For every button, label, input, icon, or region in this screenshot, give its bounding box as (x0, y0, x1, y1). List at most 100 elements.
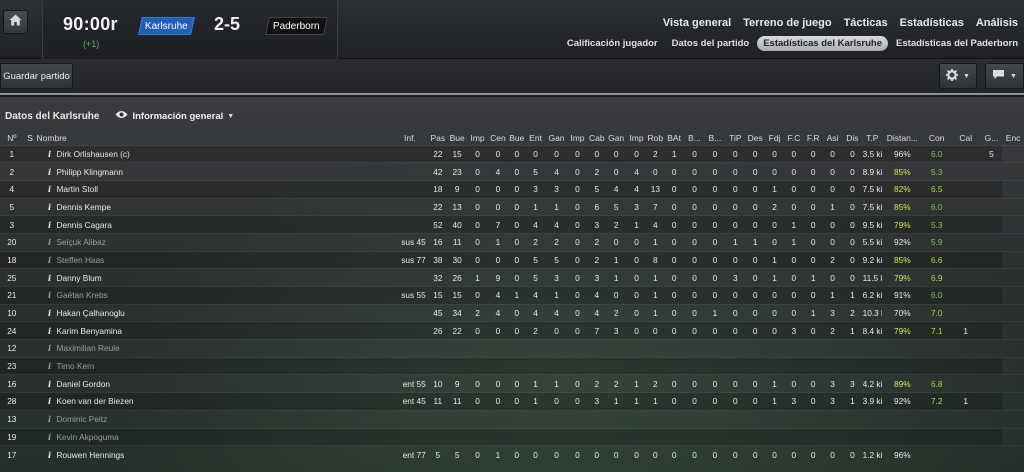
column-header[interactable]: Gan (546, 131, 567, 145)
info-icon[interactable]: i (43, 184, 57, 194)
tab-paderborn-stats[interactable]: Estadísticas del Paderborn (890, 36, 1024, 51)
player-name[interactable]: i Steffen Haas (37, 251, 392, 269)
player-name[interactable]: i Timo Kern (37, 357, 392, 375)
view-selector[interactable]: Información general ▼ (115, 110, 234, 122)
player-name[interactable]: i Maximilian Reule (37, 340, 392, 358)
column-header[interactable]: Inf. (391, 131, 429, 145)
column-header[interactable]: Cab (588, 131, 606, 145)
player-row[interactable]: 16 i Daniel Gordon ent 55 10 9 0 0 0 1 1 0 2 2 1 2 0 0 0 0 0… (0, 374, 1024, 393)
player-row[interactable]: 18 i Steffen Haas sus 77 38 30 0 0 0 5 5 0 2 1 0 8 0 0 0 0 0… (0, 251, 1024, 269)
info-icon[interactable]: i (43, 361, 57, 371)
player-row[interactable]: 12 i Maximilian Reule (0, 339, 1024, 358)
player-name[interactable]: i Dennis Kempe (37, 198, 392, 216)
column-header[interactable]: Pas (429, 131, 447, 145)
column-header[interactable]: Con (923, 131, 951, 145)
player-name[interactable]: i Dirk Orlishausen (c) (37, 145, 392, 163)
nav-statistics[interactable]: Estadísticas (894, 17, 970, 29)
info-icon[interactable]: i (43, 290, 57, 300)
column-header[interactable]: Nombre (37, 131, 392, 145)
column-header[interactable]: Enc (1002, 131, 1024, 145)
player-name[interactable]: i Kevin Akpoguma (37, 428, 392, 446)
column-header[interactable]: Fdj (765, 131, 784, 145)
player-row[interactable]: 17 i Rouwen Hennings ent 77 5 5 0 1 0 0 0 0 0 0 0 0 0 0 0 0… (0, 445, 1024, 464)
player-row[interactable]: 10 i Hakan Çalhanoglu 45 34 2 4 0 4 4 0 4 2 0 1 0 0 1 0 0 0 0… (0, 304, 1024, 322)
player-row[interactable]: 21 i Gaëtan Krebs sus 55 15 15 0 4 1 4 1 0 4 0 0 1 0 0 0 0 0… (0, 286, 1024, 305)
player-name[interactable]: i Gaëtan Krebs (37, 287, 392, 305)
info-icon[interactable]: i (43, 308, 57, 318)
column-header[interactable]: Imp (567, 131, 587, 145)
player-name[interactable]: i Dennis Cagara (37, 216, 392, 234)
column-header[interactable]: Imp (467, 131, 487, 145)
column-header[interactable]: TiP (725, 131, 745, 145)
player-name[interactable]: i Danny Blum (37, 269, 392, 287)
column-header[interactable]: Imp (626, 131, 646, 145)
column-header[interactable]: S (24, 131, 37, 145)
player-row[interactable]: 25 i Danny Blum 32 26 1 9 0 5 3 0 3 1 0 1 0 0 0 3 0 1 0 1 0 0 11.… (0, 268, 1024, 287)
column-header[interactable]: Cal (951, 131, 981, 145)
column-header[interactable]: Cen (488, 131, 508, 145)
column-header[interactable]: Nº (0, 131, 24, 145)
player-name[interactable]: i Hakan Çalhanoglu (37, 304, 392, 322)
info-icon[interactable]: i (43, 379, 57, 389)
save-match-button[interactable]: Guardar partido (0, 63, 73, 89)
player-row[interactable]: 1 i Dirk Orlishausen (c) 22 15 0 0 0 0 0 0 0 0 0 2 1 0 0 0… (0, 145, 1024, 163)
info-icon[interactable]: i (43, 255, 57, 265)
player-row[interactable]: 2 i Philipp Klingmann 42 23 0 4 0 5 4 0 2 0 4 0 0 0 0 0 0 0 0… (0, 162, 1024, 181)
column-header[interactable]: B... (705, 131, 725, 145)
info-icon[interactable]: i (43, 202, 57, 212)
player-name[interactable]: i Dominic Peitz (37, 410, 392, 428)
column-header[interactable]: Dis (842, 131, 862, 145)
column-header[interactable]: B... (684, 131, 704, 145)
info-icon[interactable]: i (43, 273, 57, 283)
comments-button[interactable]: ▼ (985, 63, 1024, 89)
away-team-badge[interactable]: Paderborn (265, 17, 328, 35)
player-name[interactable]: i Martin Stoll (37, 180, 392, 198)
player-name[interactable]: i Selçuk Alibaz (37, 233, 392, 251)
home-team-badge[interactable]: Karlsruhe (138, 17, 195, 35)
column-header[interactable]: Gan (606, 131, 626, 145)
player-row[interactable]: 20 i Selçuk Alibaz sus 45 16 11 0 1 0 2 2 0 2 0 0 1 0 0 0 1… (0, 233, 1024, 251)
column-header[interactable]: Bue (447, 131, 467, 145)
tab-player-ratings[interactable]: Calificación jugador (561, 36, 664, 51)
player-row[interactable]: 28 i Koen van der Biezen ent 45 11 11 0 0 0 1 0 0 3 1… (0, 392, 1024, 411)
column-header[interactable]: Asi (823, 131, 842, 145)
nav-analysis[interactable]: Análisis (970, 17, 1024, 29)
info-icon[interactable]: i (43, 326, 57, 336)
column-header[interactable]: Des (746, 131, 765, 145)
info-icon[interactable]: i (43, 414, 57, 424)
home-button[interactable] (3, 10, 28, 34)
info-icon[interactable]: i (43, 396, 57, 406)
player-row[interactable]: 19 i Kevin Akpoguma (0, 428, 1024, 446)
nav-overview[interactable]: Vista general (657, 17, 737, 29)
player-name[interactable]: i Philipp Klingmann (37, 163, 392, 181)
info-icon[interactable]: i (43, 220, 57, 230)
nav-tactics[interactable]: Tácticas (838, 17, 894, 29)
column-header[interactable]: F.R (804, 131, 823, 145)
column-header[interactable]: Distan... (882, 131, 923, 145)
column-header[interactable]: T.P (863, 131, 882, 145)
tab-match-data[interactable]: Datos del partido (666, 36, 756, 51)
player-name[interactable]: i Koen van der Biezen (37, 393, 392, 411)
player-row[interactable]: 5 i Dennis Kempe 22 13 0 0 0 1 1 0 6 5 3 7 0 0 0 0 0 2 0 0 1 0 7.… (0, 198, 1024, 216)
column-header[interactable]: Bue (508, 131, 525, 145)
column-header[interactable]: Rob (647, 131, 664, 145)
player-name[interactable]: i Karim Benyamina (37, 322, 392, 340)
info-icon[interactable]: i (43, 237, 57, 247)
settings-button[interactable]: ▼ (939, 63, 977, 89)
info-icon[interactable]: i (43, 432, 57, 442)
player-row[interactable]: 13 i Dominic Peitz (0, 410, 1024, 428)
player-row[interactable]: 24 i Karim Benyamina 26 22 0 0 0 2 0 0 7 3 0 0 0 0 0 0 0 0 3 0… (0, 321, 1024, 340)
nav-pitch[interactable]: Terreno de juego (737, 17, 837, 29)
player-name[interactable]: i Daniel Gordon (37, 375, 392, 393)
column-header[interactable]: G... (981, 131, 1002, 145)
info-icon[interactable]: i (43, 149, 57, 159)
column-header[interactable]: BAt (664, 131, 684, 145)
tab-karlsruhe-stats[interactable]: Estadísticas del Karlsruhe (757, 36, 889, 51)
player-row[interactable]: 23 i Timo Kern (0, 357, 1024, 375)
player-row[interactable]: 3 i Dennis Cagara 52 40 0 7 0 4 4 0 3 2 1 4 0 0 0 0 0 0 1 0 0 0 9… (0, 215, 1024, 234)
player-name[interactable]: i Rouwen Hennings (37, 446, 392, 464)
info-icon[interactable]: i (43, 450, 57, 460)
player-row[interactable]: 4 i Martin Stoll 18 9 0 0 0 3 3 0 5 4 4 13 0 0 0 0 0 1 0 0 0 0 7.… (0, 180, 1024, 199)
column-header[interactable]: F.C (784, 131, 803, 145)
info-icon[interactable]: i (43, 167, 57, 177)
